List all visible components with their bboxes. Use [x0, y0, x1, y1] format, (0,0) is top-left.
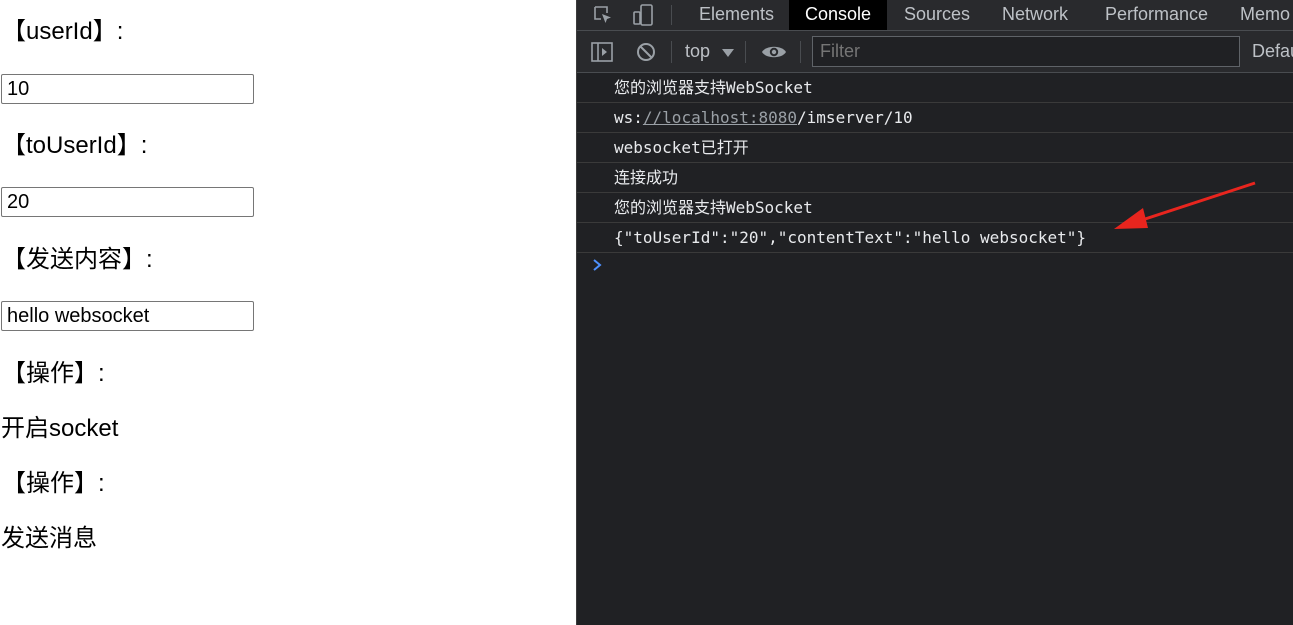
- toolbar-separator: [671, 41, 672, 63]
- operation-label-1: 【操作】:: [2, 360, 105, 387]
- tab-elements[interactable]: Elements: [699, 0, 774, 30]
- userid-input[interactable]: [1, 74, 254, 104]
- toolbar-separator-2: [745, 41, 746, 63]
- console-toolbar: top Defau: [577, 31, 1293, 73]
- console-message: ws://localhost:8080/imserver/10: [577, 103, 1293, 133]
- web-page: 【userId】: 【toUserId】: 【发送内容】: 【操作】: 开启so…: [0, 0, 576, 625]
- sidebar-toggle-icon[interactable]: [589, 31, 615, 72]
- operation-label-2: 【操作】:: [2, 470, 105, 497]
- console-prompt-icon[interactable]: [590, 258, 604, 272]
- tab-separator: [671, 5, 672, 25]
- ws-scheme: ws:: [614, 108, 643, 127]
- console-message: {"toUserId":"20","contentText":"hello we…: [577, 223, 1293, 253]
- device-toolbar-icon[interactable]: [628, 0, 658, 30]
- tab-console[interactable]: Console: [789, 0, 887, 30]
- eye-icon[interactable]: [760, 31, 788, 72]
- clear-console-icon[interactable]: [633, 31, 659, 72]
- source-link[interactable]: //localhost:8080: [643, 108, 797, 127]
- tab-memory[interactable]: Memo: [1240, 0, 1290, 30]
- context-selector[interactable]: top: [685, 31, 735, 73]
- console-message: 您的浏览器支持WebSocket: [577, 193, 1293, 223]
- touserid-label: 【toUserId】:: [2, 132, 148, 159]
- console-message: 您的浏览器支持WebSocket: [577, 73, 1293, 103]
- dropdown-triangle-icon: [722, 32, 735, 73]
- tab-performance[interactable]: Performance: [1105, 0, 1208, 30]
- context-label: top: [685, 41, 711, 61]
- inspect-element-icon[interactable]: [588, 0, 618, 30]
- ws-path: /imserver/10: [797, 108, 913, 127]
- console-message: 连接成功: [577, 163, 1293, 193]
- console-message: websocket已打开: [577, 133, 1293, 163]
- open-socket-button[interactable]: 开启socket: [1, 415, 118, 443]
- content-label: 【发送内容】:: [2, 246, 153, 273]
- devtools-tab-bar: Elements Console Sources Network Perform…: [577, 0, 1293, 31]
- toolbar-separator-3: [800, 41, 801, 63]
- send-message-button[interactable]: 发送消息: [1, 525, 97, 553]
- devtools-panel: Elements Console Sources Network Perform…: [576, 0, 1293, 625]
- content-input[interactable]: [1, 301, 254, 331]
- userid-label: 【userId】:: [2, 18, 124, 45]
- log-levels-dropdown[interactable]: Defau: [1252, 31, 1293, 72]
- tab-network[interactable]: Network: [1002, 0, 1068, 30]
- console-messages: 您的浏览器支持WebSocket ws://localhost:8080/ims…: [577, 73, 1293, 625]
- touserid-input[interactable]: [1, 187, 254, 217]
- tab-sources[interactable]: Sources: [904, 0, 970, 30]
- console-filter-input[interactable]: [812, 36, 1240, 67]
